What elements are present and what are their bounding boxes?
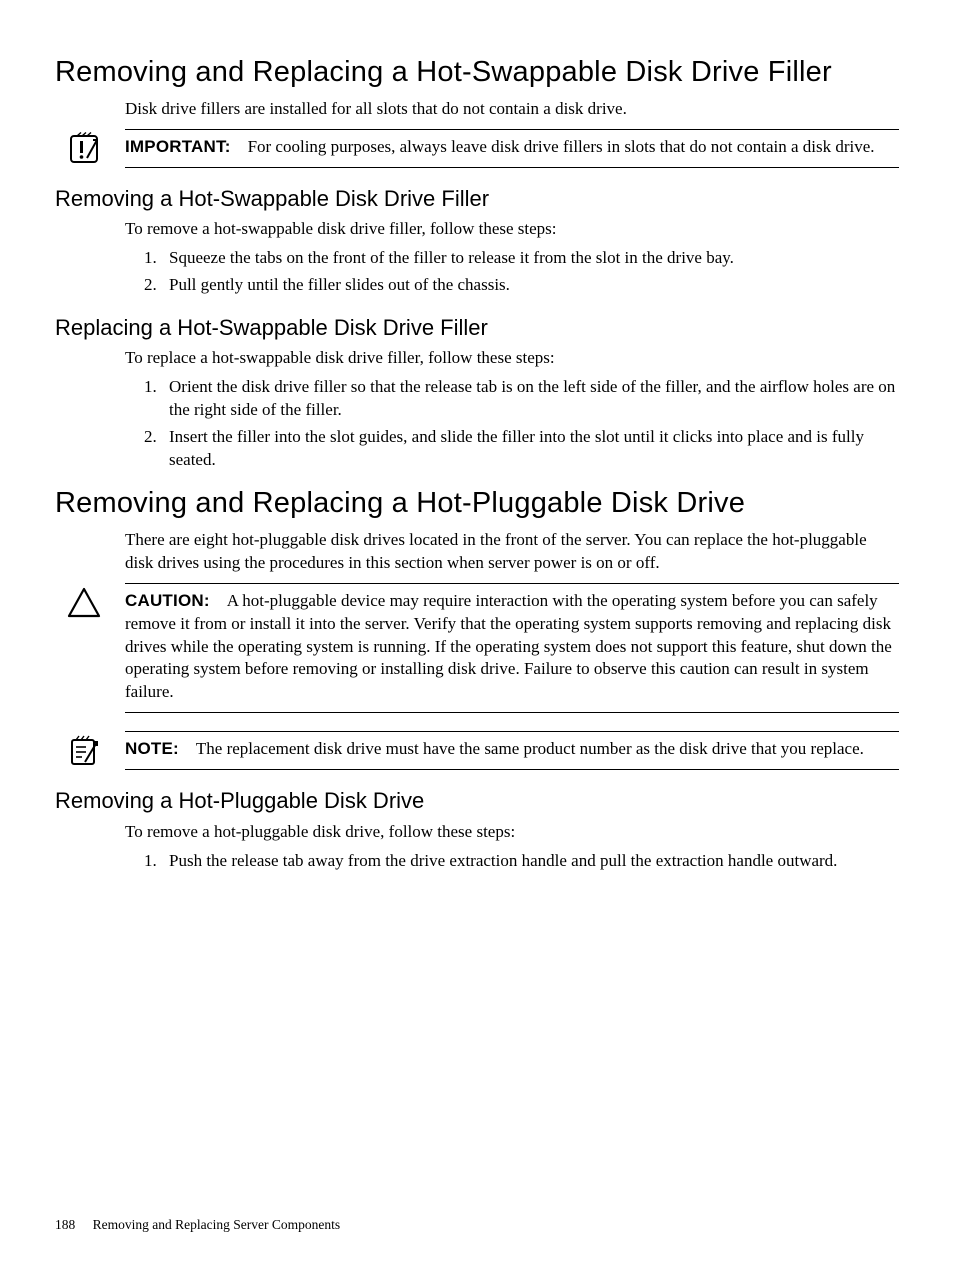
footer-section-title: Removing and Replacing Server Components [93,1217,340,1232]
list-item: Orient the disk drive filler so that the… [161,376,899,422]
note-callout: NOTE: The replacement disk drive must ha… [125,731,899,770]
caution-text: A hot-pluggable device may require inter… [125,591,892,702]
important-icon [67,132,101,166]
intro-removing-drive: To remove a hot-pluggable disk drive, fo… [125,821,899,844]
note-icon [67,734,101,768]
important-callout: IMPORTANT: For cooling purposes, always … [125,129,899,168]
heading-replacing-filler: Replacing a Hot-Swappable Disk Drive Fil… [55,315,899,341]
steps-removing-filler: Squeeze the tabs on the front of the fil… [125,247,899,297]
steps-replacing-filler: Orient the disk drive filler so that the… [125,376,899,472]
note-text: The replacement disk drive must have the… [196,739,864,758]
intro-removing-filler: To remove a hot-swappable disk drive fil… [125,218,899,241]
heading-remove-replace-drive: Removing and Replacing a Hot-Pluggable D… [55,486,899,521]
important-label: IMPORTANT: [125,137,231,156]
steps-removing-drive: Push the release tab away from the drive… [125,850,899,873]
intro-drive: There are eight hot-pluggable disk drive… [125,529,899,575]
heading-removing-drive: Removing a Hot-Pluggable Disk Drive [55,788,899,814]
page-number: 188 [55,1217,75,1232]
heading-remove-replace-filler: Removing and Replacing a Hot-Swappable D… [55,55,899,90]
page: Removing and Replacing a Hot-Swappable D… [0,0,954,1271]
intro-replacing-filler: To replace a hot-swappable disk drive fi… [125,347,899,370]
caution-icon [67,586,101,620]
list-item: Insert the filler into the slot guides, … [161,426,899,472]
list-item: Pull gently until the filler slides out … [161,274,899,297]
intro-filler: Disk drive fillers are installed for all… [125,98,899,121]
important-text: For cooling purposes, always leave disk … [248,137,875,156]
caution-callout: CAUTION: A hot-pluggable device may requ… [125,583,899,714]
list-item: Push the release tab away from the drive… [161,850,899,873]
heading-removing-filler: Removing a Hot-Swappable Disk Drive Fill… [55,186,899,212]
note-label: NOTE: [125,739,179,758]
list-item: Squeeze the tabs on the front of the fil… [161,247,899,270]
page-footer: 188 Removing and Replacing Server Compon… [55,1217,340,1233]
caution-label: CAUTION: [125,591,210,610]
